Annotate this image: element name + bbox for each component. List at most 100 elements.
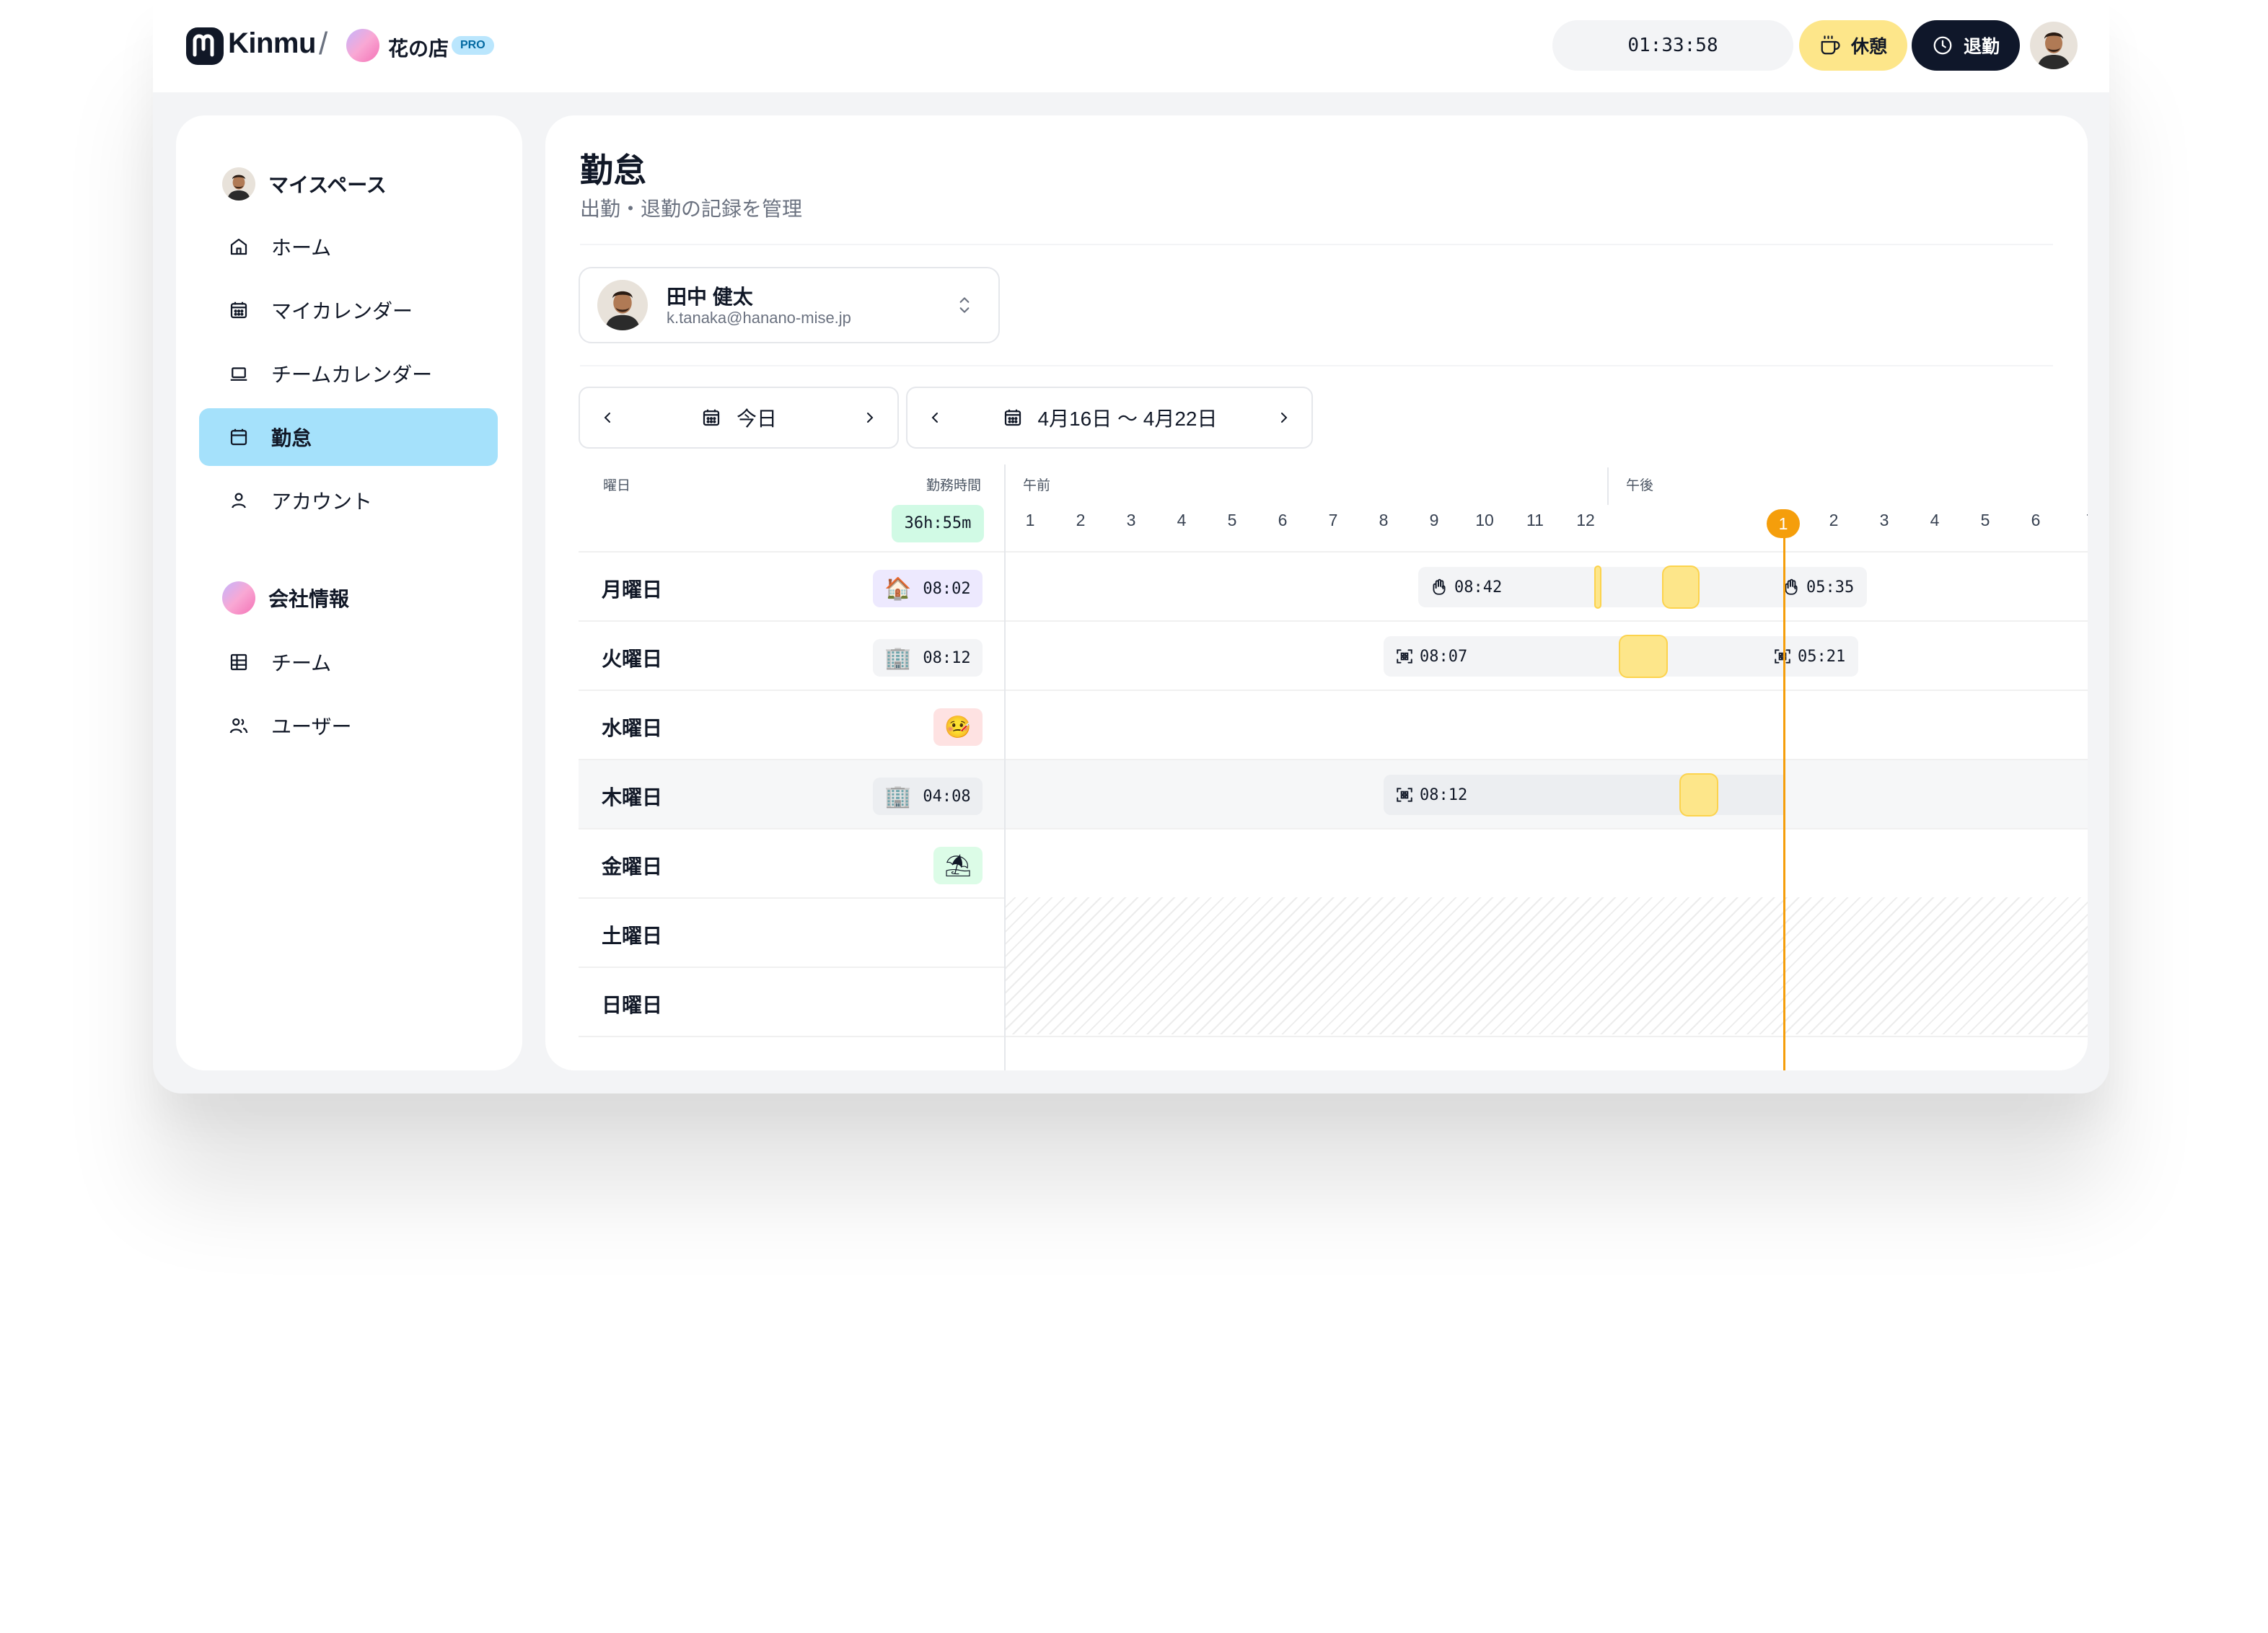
hour-tick: 7 — [2086, 511, 2088, 530]
sidebar-item-account[interactable]: アカウント — [199, 472, 498, 529]
work-span-thursday[interactable]: 08:12 — [1384, 775, 1785, 815]
clock-in-stamp[interactable]: 08:12 — [1395, 775, 1467, 815]
noon-divider — [1607, 467, 1609, 505]
day-name: 火曜日 — [602, 648, 663, 670]
selected-user-avatar — [597, 280, 648, 330]
clock-out-time: 05:21 — [1798, 647, 1846, 666]
table-icon — [230, 653, 247, 671]
chevron-right-icon[interactable] — [1275, 409, 1293, 426]
myspace-avatar — [222, 167, 255, 201]
day-column-header: 曜日 — [603, 478, 631, 493]
break-block[interactable] — [1619, 635, 1668, 678]
today-button[interactable]: 今日 — [700, 403, 777, 432]
day-navigator: 今日 — [579, 387, 899, 449]
sick-status-badge: 🤒 — [933, 708, 983, 746]
day-row-wednesday[interactable]: 水曜日 🤒 — [579, 691, 2088, 760]
company-avatar — [222, 581, 255, 615]
sidebar-item-home[interactable]: ホーム — [199, 218, 498, 276]
clock-out-stamp[interactable]: 05:35 — [1782, 567, 1854, 607]
house-emoji-icon: 🏠 — [884, 576, 912, 602]
hour-tick: 12 — [1576, 511, 1595, 529]
calendar-grid-icon — [1004, 409, 1021, 426]
sidebar-item-users[interactable]: ユーザー — [199, 697, 498, 754]
weekend-hatch — [1004, 897, 2088, 1034]
day-row-thursday[interactable]: 木曜日 🏢 04:08 — [579, 760, 2088, 829]
day-name: 金曜日 — [602, 855, 663, 878]
chevron-left-icon[interactable] — [926, 409, 944, 426]
hour-tick: 11 — [1526, 511, 1544, 529]
am-label: 午前 — [1023, 478, 1051, 493]
week-range-button[interactable]: 4月16日 〜 4月22日 — [1002, 403, 1218, 432]
hour-tick: 8 — [1379, 511, 1389, 529]
office-emoji-icon: 🏢 — [884, 783, 912, 809]
work-span-monday[interactable]: 08:42 05:35 — [1418, 567, 1867, 607]
page-subtitle: 出勤・退勤の記録を管理 — [580, 198, 803, 220]
shop-name[interactable]: 花の店 — [388, 33, 449, 62]
top-bar: Kinmu / 花の店 PRO 01:33:58 休憩 退勤 — [153, 0, 2109, 92]
shop-avatar[interactable] — [346, 29, 379, 62]
short-break-block[interactable] — [1594, 565, 1601, 609]
myspace-section-header[interactable]: マイスペース — [222, 166, 387, 202]
hour-tick: 7 — [1328, 511, 1338, 529]
divider — [580, 244, 2053, 245]
user-select[interactable]: 田中 健太 k.tanaka@hanano-mise.jp — [579, 267, 1000, 343]
sidebar-item-team-calendar[interactable]: チームカレンダー — [199, 345, 498, 402]
sidebar-item-attendance[interactable]: 勤怠 — [199, 408, 498, 466]
chevron-right-icon[interactable] — [861, 409, 879, 426]
qr-scan-icon — [1397, 788, 1412, 802]
clock-out-button[interactable]: 退勤 — [1912, 20, 2020, 71]
calendar-grid-icon — [230, 301, 247, 319]
app-window: Kinmu / 花の店 PRO 01:33:58 休憩 退勤 マイスペース ホー… — [153, 0, 2109, 1093]
selected-user-email: k.tanaka@hanano-mise.jp — [667, 309, 851, 327]
selected-user-name: 田中 健太 — [667, 286, 753, 308]
user-avatar[interactable] — [2030, 22, 2078, 69]
clock-in-time: 08:07 — [1420, 647, 1468, 666]
day-row-tuesday[interactable]: 火曜日 🏢 08:12 — [579, 622, 2088, 691]
qr-scan-icon — [1397, 649, 1412, 664]
current-time-line — [1783, 538, 1785, 1070]
avatar-portrait — [222, 167, 255, 201]
sidebar-item-my-calendar[interactable]: マイカレンダー — [199, 281, 498, 339]
day-row-friday[interactable]: 金曜日 ⛱ — [579, 829, 2088, 899]
clock-in-time: 08:42 — [1454, 578, 1503, 597]
hour-tick: 10 — [1475, 511, 1494, 529]
brand-name[interactable]: Kinmu — [228, 27, 316, 60]
hour-tick: 2 — [1829, 511, 1839, 529]
plan-badge: PRO — [452, 36, 494, 55]
myspace-title: マイスペース — [268, 174, 387, 196]
users-icon — [229, 718, 248, 734]
company-section-header[interactable]: 会社情報 — [222, 580, 349, 616]
hour-tick: 6 — [1278, 511, 1288, 529]
chevron-left-icon[interactable] — [599, 409, 616, 426]
sidebar-item-team[interactable]: チーム — [199, 633, 498, 691]
hour-tick: 2 — [1076, 511, 1086, 529]
today-label: 今日 — [736, 408, 777, 430]
column-divider — [1004, 465, 1006, 1070]
break-block[interactable] — [1662, 565, 1700, 609]
hour-tick: 6 — [2031, 511, 2041, 529]
hour-tick: 3 — [1879, 511, 1889, 529]
hour-tick: 5 — [1980, 511, 1990, 529]
sidebar-item-label: ユーザー — [271, 716, 352, 738]
qr-scan-icon — [1775, 649, 1790, 664]
hour-tick: 5 — [1227, 511, 1237, 529]
clock-in-stamp[interactable]: 08:07 — [1395, 636, 1467, 677]
beach-umbrella-emoji-icon: ⛱ — [944, 853, 972, 878]
pm-label: 午後 — [1626, 478, 1654, 493]
hours-column-header: 勤務時間 — [926, 478, 982, 493]
clock-in-stamp[interactable]: 08:42 — [1430, 567, 1502, 607]
break-button[interactable]: 休憩 — [1799, 20, 1907, 71]
laptop-icon — [230, 367, 247, 381]
clock-in-time: 08:12 — [1420, 785, 1468, 804]
calendar-icon — [230, 428, 247, 446]
sidebar-item-label: ホーム — [271, 237, 332, 259]
break-block[interactable] — [1679, 773, 1718, 816]
avatar-portrait — [2030, 22, 2078, 69]
week-range-label: 4月16日 〜 4月22日 — [1037, 408, 1218, 430]
hours-value: 04:08 — [923, 787, 971, 806]
hour-tick: 3 — [1126, 511, 1136, 529]
company-title: 会社情報 — [268, 588, 350, 610]
break-button-label: 休憩 — [1850, 37, 1887, 57]
kinmu-logo-icon[interactable] — [186, 27, 224, 65]
sick-emoji-icon: 🤒 — [944, 715, 972, 739]
